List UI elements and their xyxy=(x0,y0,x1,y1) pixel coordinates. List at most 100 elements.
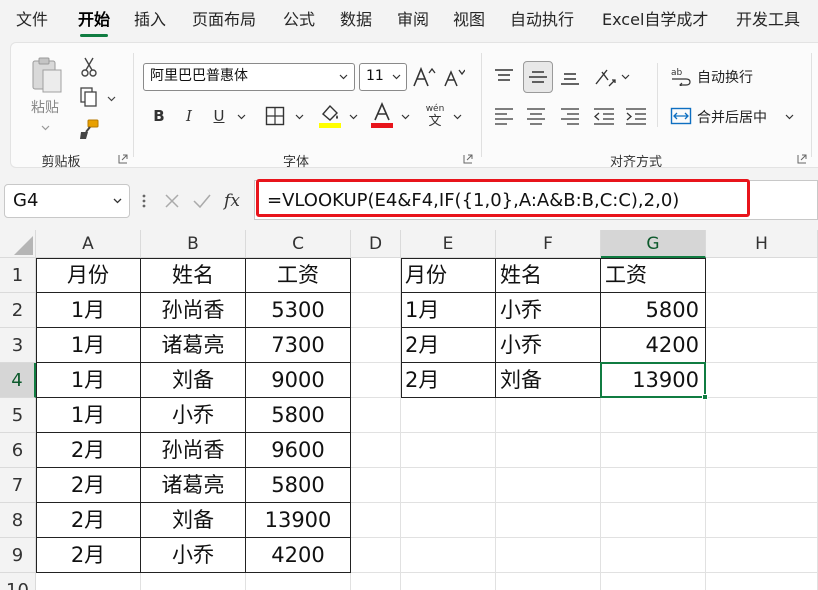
paste-icon[interactable] xyxy=(27,55,67,95)
cell[interactable] xyxy=(401,503,496,538)
cell[interactable] xyxy=(706,538,818,573)
cell[interactable] xyxy=(496,433,601,468)
data-cell[interactable]: 1月 xyxy=(36,398,141,433)
data-cell[interactable]: 2月 xyxy=(36,503,141,538)
worksheet-grid[interactable]: ABCDEFGH12345678910月份姓名工资1月孙尚香53001月诸葛亮7… xyxy=(0,230,818,590)
cell[interactable] xyxy=(401,573,496,590)
column-header[interactable]: G xyxy=(601,230,706,258)
menu-tab[interactable]: Excel自学成才 xyxy=(602,0,708,40)
cell[interactable] xyxy=(706,468,818,503)
cell[interactable] xyxy=(401,538,496,573)
paste-button[interactable]: 粘贴 xyxy=(31,97,59,117)
cell[interactable] xyxy=(246,573,351,590)
header-cell[interactable]: 姓名 xyxy=(141,258,246,293)
menu-tab[interactable]: 页面布局 xyxy=(192,0,256,40)
row-header[interactable]: 7 xyxy=(0,468,36,503)
data-cell[interactable]: 5800 xyxy=(246,468,351,503)
font-size-select[interactable]: 11 xyxy=(359,63,407,91)
cell[interactable] xyxy=(706,573,818,590)
merge-center-dropdown-icon[interactable] xyxy=(785,114,794,120)
cut-icon[interactable] xyxy=(77,55,101,79)
cell[interactable] xyxy=(496,573,601,590)
name-box[interactable]: G4 xyxy=(4,184,130,218)
cell[interactable] xyxy=(706,433,818,468)
data-cell[interactable]: 2月 xyxy=(401,363,496,398)
cell[interactable] xyxy=(601,573,706,590)
borders-dropdown-icon[interactable] xyxy=(295,114,304,120)
clipboard-launcher-icon[interactable] xyxy=(118,154,128,164)
align-right-icon[interactable] xyxy=(557,103,583,129)
cell[interactable] xyxy=(601,433,706,468)
data-cell[interactable]: 孙尚香 xyxy=(141,293,246,328)
cell[interactable] xyxy=(601,538,706,573)
format-painter-icon[interactable] xyxy=(77,117,101,141)
cell[interactable] xyxy=(351,363,401,398)
data-cell[interactable]: 刘备 xyxy=(141,503,246,538)
data-cell[interactable]: 5800 xyxy=(601,293,706,328)
menu-tab[interactable]: 审阅 xyxy=(397,0,429,40)
font-name-select[interactable]: 阿里巴巴普惠体 xyxy=(143,63,355,91)
fill-color-icon[interactable] xyxy=(317,101,343,131)
cell[interactable] xyxy=(706,363,818,398)
data-cell[interactable]: 小乔 xyxy=(141,538,246,573)
underline-button[interactable]: U xyxy=(209,103,229,129)
menu-tab[interactable]: 数据 xyxy=(340,0,372,40)
cell[interactable] xyxy=(496,398,601,433)
row-header[interactable]: 3 xyxy=(0,328,36,363)
merge-center-button[interactable]: 合并后居中 xyxy=(697,107,767,127)
cell[interactable] xyxy=(496,538,601,573)
align-bottom-icon[interactable] xyxy=(557,63,583,91)
menu-tab[interactable]: 文件 xyxy=(16,0,48,40)
cell[interactable] xyxy=(36,573,141,590)
data-cell[interactable]: 1月 xyxy=(36,293,141,328)
data-cell[interactable]: 5300 xyxy=(246,293,351,328)
menu-tab[interactable]: 开发工具 xyxy=(736,0,800,40)
data-cell[interactable]: 2月 xyxy=(36,468,141,503)
menu-tab[interactable]: 插入 xyxy=(134,0,166,40)
wrap-text-icon[interactable]: ab xyxy=(669,63,693,89)
cell[interactable] xyxy=(601,398,706,433)
data-cell[interactable]: 1月 xyxy=(401,293,496,328)
data-cell[interactable]: 孙尚香 xyxy=(141,433,246,468)
data-cell[interactable]: 刘备 xyxy=(496,363,601,398)
row-header[interactable]: 2 xyxy=(0,293,36,328)
row-header[interactable]: 9 xyxy=(0,538,36,573)
cell[interactable] xyxy=(351,293,401,328)
phonetic-dropdown-icon[interactable] xyxy=(453,114,462,120)
row-header[interactable]: 5 xyxy=(0,398,36,433)
align-middle-icon[interactable] xyxy=(523,61,553,93)
formula-enter-icon[interactable] xyxy=(190,188,214,214)
name-box-dropdown-icon[interactable] xyxy=(113,198,122,204)
cell[interactable] xyxy=(706,328,818,363)
row-header[interactable]: 6 xyxy=(0,433,36,468)
paste-dropdown-icon[interactable] xyxy=(41,125,50,131)
cell[interactable] xyxy=(496,468,601,503)
cell[interactable] xyxy=(141,573,246,590)
data-cell[interactable]: 小乔 xyxy=(496,328,601,363)
cell[interactable] xyxy=(706,293,818,328)
data-cell[interactable]: 2月 xyxy=(36,433,141,468)
menu-tab[interactable]: 开始 xyxy=(78,0,110,40)
font-color-dropdown-icon[interactable] xyxy=(401,114,410,120)
data-cell[interactable]: 13900 xyxy=(246,503,351,538)
data-cell[interactable]: 2月 xyxy=(401,328,496,363)
orientation-icon[interactable] xyxy=(591,63,619,91)
merge-center-icon[interactable] xyxy=(669,103,693,129)
header-cell[interactable]: 工资 xyxy=(601,258,706,293)
select-all-corner[interactable] xyxy=(0,230,36,258)
cell[interactable] xyxy=(601,503,706,538)
align-top-icon[interactable] xyxy=(491,63,517,91)
cell[interactable] xyxy=(351,468,401,503)
column-header[interactable]: C xyxy=(246,230,351,258)
column-header[interactable]: F xyxy=(496,230,601,258)
more-options-icon[interactable] xyxy=(138,188,150,214)
cell[interactable] xyxy=(401,398,496,433)
data-cell[interactable]: 1月 xyxy=(36,328,141,363)
cell[interactable] xyxy=(601,468,706,503)
data-cell[interactable]: 9000 xyxy=(246,363,351,398)
cell[interactable] xyxy=(706,503,818,538)
data-cell[interactable]: 4200 xyxy=(246,538,351,573)
row-header[interactable]: 10 xyxy=(0,573,36,590)
cell[interactable] xyxy=(351,258,401,293)
wrap-text-button[interactable]: 自动换行 xyxy=(697,67,753,87)
